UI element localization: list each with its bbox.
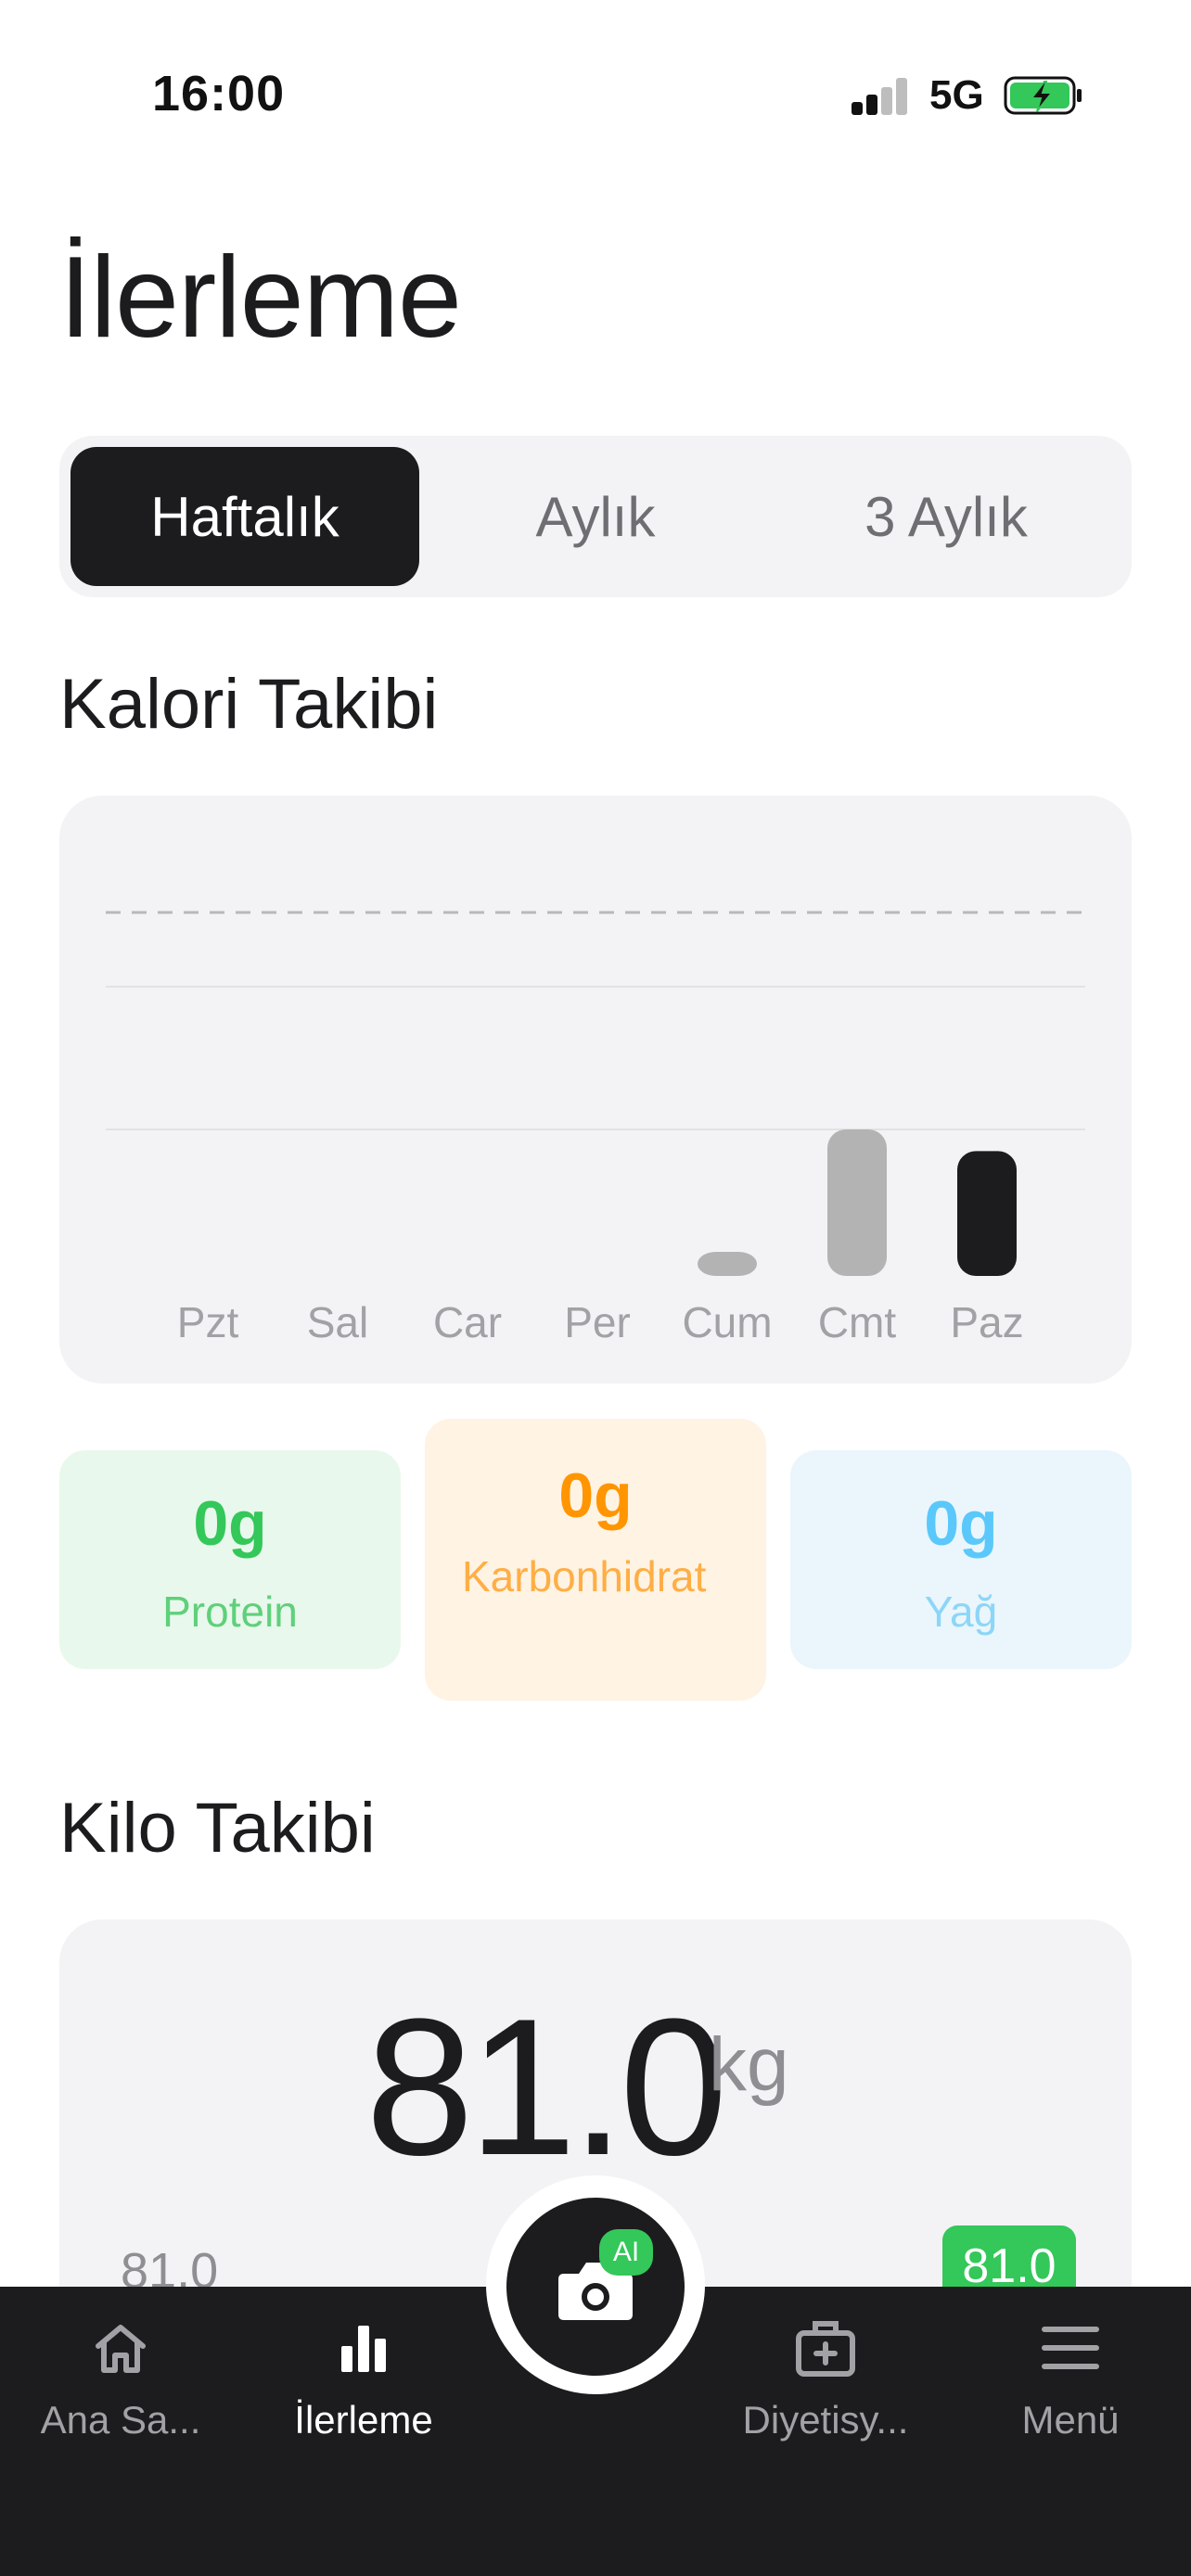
carb-label: Karbonhidrat (462, 1552, 707, 1600)
menu-icon (1042, 2327, 1099, 2369)
fat-value: 0g (924, 1488, 998, 1559)
chart-label-car: Car (433, 1298, 502, 1346)
current-weight: 81.0 (365, 1978, 728, 2196)
status-bar: 16:00 5G (0, 0, 1191, 185)
chart-label-sal: Sal (307, 1298, 368, 1346)
chart-bar-paz (957, 1151, 1017, 1276)
tab-progress[interactable]: İlerleme (262, 2318, 466, 2457)
network-label: 5G (929, 72, 984, 118)
page-title: İlerleme (59, 234, 462, 362)
status-time: 16:00 (152, 66, 286, 121)
home-icon (96, 2325, 146, 2373)
tab-progress-label: İlerleme (294, 2398, 433, 2442)
chart-label-pzt: Pzt (177, 1298, 239, 1346)
weight-unit: kg (709, 2022, 789, 2107)
tab-monthly[interactable]: Aylık (421, 447, 770, 586)
tab-dietitian-label: Diyetisy... (742, 2398, 909, 2442)
tab-home[interactable]: Ana Sa... (19, 2318, 223, 2457)
tab-home-label: Ana Sa... (40, 2398, 201, 2442)
protein-label: Protein (162, 1588, 298, 1636)
chart-bar-cum (698, 1252, 757, 1276)
calorie-chart-card: Pzt Sal Car Per Cum Cmt Paz (59, 796, 1132, 1384)
weight-section-title: Kilo Takibi (59, 1789, 376, 1868)
carb-card[interactable]: 0g Karbonhidrat (425, 1419, 766, 1701)
ai-camera-button[interactable] (506, 2198, 685, 2376)
tab-weekly[interactable]: Haftalık (70, 447, 419, 586)
medical-kit-icon (796, 2321, 855, 2377)
tab-three-months[interactable]: 3 Aylık (772, 447, 1121, 586)
protein-card[interactable]: 0g Protein (59, 1450, 401, 1669)
fat-label: Yağ (924, 1588, 998, 1636)
chart-label-paz: Paz (950, 1298, 1023, 1346)
fat-card[interactable]: 0g Yağ (790, 1450, 1132, 1669)
ai-badge: AI (599, 2229, 653, 2276)
chart-label-cmt: Cmt (818, 1298, 897, 1346)
chart-bar-cmt (827, 1129, 887, 1276)
calorie-section-title: Kalori Takibi (59, 665, 439, 744)
chart-label-cum: Cum (682, 1298, 772, 1346)
battery-charging-icon (1004, 76, 1082, 115)
calorie-chart: Pzt Sal Car Per Cum Cmt Paz (106, 911, 1085, 1346)
period-segmented-control: Haftalık Aylık 3 Aylık (59, 436, 1132, 597)
tab-menu[interactable]: Menü (968, 2318, 1172, 2457)
tab-menu-label: Menü (1021, 2398, 1120, 2442)
signal-icon (852, 78, 909, 115)
camera-icon (558, 2263, 633, 2320)
bar-chart-icon (341, 2326, 386, 2372)
protein-value: 0g (193, 1488, 267, 1559)
tab-dietitian[interactable]: Diyetisy... (724, 2318, 928, 2457)
chart-label-per: Per (564, 1298, 631, 1346)
carb-value: 0g (558, 1460, 633, 1531)
